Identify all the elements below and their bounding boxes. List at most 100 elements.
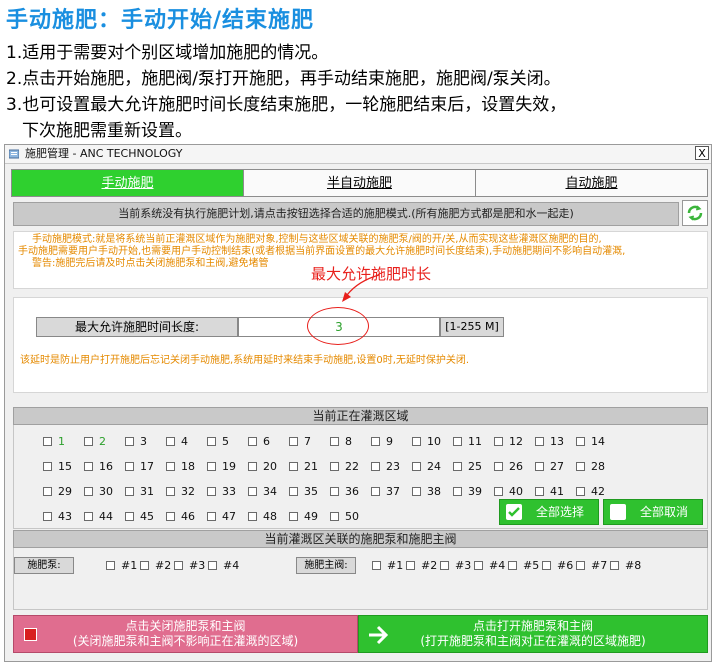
checkbox-icon[interactable] bbox=[474, 561, 483, 570]
zone-checkbox[interactable]: 7 bbox=[289, 431, 330, 451]
checkbox-icon[interactable] bbox=[289, 511, 298, 521]
checkbox-icon[interactable] bbox=[207, 461, 216, 471]
checkbox-icon[interactable] bbox=[576, 436, 585, 446]
checkbox-icon[interactable] bbox=[207, 511, 216, 521]
zone-checkbox[interactable]: 37 bbox=[371, 481, 412, 501]
zone-checkbox[interactable]: 39 bbox=[453, 481, 494, 501]
valve-checkbox[interactable]: #1 bbox=[372, 557, 406, 574]
checkbox-icon[interactable] bbox=[43, 436, 52, 446]
close-pump-valve-button[interactable]: 点击关闭施肥泵和主阀 (关闭施肥泵和主阀不影响正在灌溉的区域) bbox=[13, 615, 358, 653]
close-button[interactable]: X bbox=[695, 146, 709, 160]
zone-checkbox[interactable]: 2 bbox=[84, 431, 125, 451]
valve-checkbox[interactable]: #8 bbox=[610, 557, 644, 574]
zone-checkbox[interactable]: 28 bbox=[576, 456, 617, 476]
zone-checkbox[interactable]: 9 bbox=[371, 431, 412, 451]
checkbox-icon[interactable] bbox=[412, 486, 421, 496]
checkbox-icon[interactable] bbox=[125, 486, 134, 496]
cancel-all-button[interactable]: 全部取消 bbox=[603, 499, 703, 525]
checkbox-icon[interactable] bbox=[84, 486, 93, 496]
checkbox-icon[interactable] bbox=[248, 486, 257, 496]
checkbox-icon[interactable] bbox=[535, 486, 544, 496]
checkbox-icon[interactable] bbox=[330, 486, 339, 496]
zone-checkbox[interactable]: 1 bbox=[43, 431, 84, 451]
zone-checkbox[interactable]: 42 bbox=[576, 481, 617, 501]
zone-checkbox[interactable]: 19 bbox=[207, 456, 248, 476]
checkbox-icon[interactable] bbox=[125, 511, 134, 521]
checkbox-icon[interactable] bbox=[535, 461, 544, 471]
checkbox-icon[interactable] bbox=[207, 486, 216, 496]
zone-checkbox[interactable]: 27 bbox=[535, 456, 576, 476]
checkbox-icon[interactable] bbox=[208, 561, 217, 570]
checkbox-icon[interactable] bbox=[406, 561, 415, 570]
checkbox-icon[interactable] bbox=[106, 561, 115, 570]
tab-auto-fertilization[interactable]: 自动施肥 bbox=[475, 169, 708, 197]
zone-checkbox[interactable]: 35 bbox=[289, 481, 330, 501]
checkbox-icon[interactable] bbox=[289, 461, 298, 471]
checkbox-icon[interactable] bbox=[371, 436, 380, 446]
zone-checkbox[interactable]: 49 bbox=[289, 506, 330, 526]
valve-checkbox[interactable]: #4 bbox=[474, 557, 508, 574]
checkbox-icon[interactable] bbox=[125, 436, 134, 446]
zone-checkbox[interactable]: 45 bbox=[125, 506, 166, 526]
zone-checkbox[interactable]: 41 bbox=[535, 481, 576, 501]
checkbox-icon[interactable] bbox=[166, 436, 175, 446]
zone-checkbox[interactable]: 26 bbox=[494, 456, 535, 476]
checkbox-icon[interactable] bbox=[43, 461, 52, 471]
checkbox-icon[interactable] bbox=[330, 461, 339, 471]
zone-checkbox[interactable]: 18 bbox=[166, 456, 207, 476]
zone-checkbox[interactable]: 29 bbox=[43, 481, 84, 501]
zone-checkbox[interactable]: 5 bbox=[207, 431, 248, 451]
pump-checkbox[interactable]: #4 bbox=[208, 557, 242, 574]
zone-checkbox[interactable]: 11 bbox=[453, 431, 494, 451]
checkbox-icon[interactable] bbox=[43, 486, 52, 496]
checkbox-icon[interactable] bbox=[494, 461, 503, 471]
zone-checkbox[interactable]: 24 bbox=[412, 456, 453, 476]
valve-checkbox[interactable]: #6 bbox=[542, 557, 576, 574]
zone-checkbox[interactable]: 6 bbox=[248, 431, 289, 451]
checkbox-icon[interactable] bbox=[576, 561, 585, 570]
zone-checkbox[interactable]: 38 bbox=[412, 481, 453, 501]
checkbox-icon[interactable] bbox=[289, 486, 298, 496]
checkbox-icon[interactable] bbox=[453, 486, 462, 496]
zone-checkbox[interactable]: 23 bbox=[371, 456, 412, 476]
checkbox-icon[interactable] bbox=[371, 461, 380, 471]
checkbox-icon[interactable] bbox=[166, 486, 175, 496]
zone-checkbox[interactable]: 20 bbox=[248, 456, 289, 476]
checkbox-icon[interactable] bbox=[207, 436, 216, 446]
checkbox-icon[interactable] bbox=[125, 461, 134, 471]
open-pump-valve-button[interactable]: 点击打开施肥泵和主阀 (打开施肥泵和主阀对正在灌溉的区域施肥) bbox=[358, 615, 708, 653]
zone-checkbox[interactable]: 4 bbox=[166, 431, 207, 451]
checkbox-icon[interactable] bbox=[330, 511, 339, 521]
checkbox-icon[interactable] bbox=[84, 511, 93, 521]
zone-checkbox[interactable]: 50 bbox=[330, 506, 371, 526]
zone-checkbox[interactable]: 3 bbox=[125, 431, 166, 451]
zone-checkbox[interactable]: 12 bbox=[494, 431, 535, 451]
checkbox-icon[interactable] bbox=[289, 436, 298, 446]
checkbox-icon[interactable] bbox=[372, 561, 381, 570]
tab-manual-fertilization[interactable]: 手动施肥 bbox=[11, 169, 244, 197]
zone-checkbox[interactable]: 30 bbox=[84, 481, 125, 501]
checkbox-icon[interactable] bbox=[248, 436, 257, 446]
tab-semi-auto-fertilization[interactable]: 半自动施肥 bbox=[243, 169, 476, 197]
checkbox-icon[interactable] bbox=[174, 561, 183, 570]
checkbox-icon[interactable] bbox=[576, 461, 585, 471]
checkbox-icon[interactable] bbox=[535, 436, 544, 446]
checkbox-icon[interactable] bbox=[542, 561, 551, 570]
checkbox-icon[interactable] bbox=[84, 461, 93, 471]
checkbox-icon[interactable] bbox=[84, 436, 93, 446]
checkbox-icon[interactable] bbox=[330, 436, 339, 446]
checkbox-icon[interactable] bbox=[453, 436, 462, 446]
checkbox-icon[interactable] bbox=[576, 486, 585, 496]
zone-checkbox[interactable]: 14 bbox=[576, 431, 617, 451]
zone-checkbox[interactable]: 10 bbox=[412, 431, 453, 451]
zone-checkbox[interactable]: 48 bbox=[248, 506, 289, 526]
checkbox-icon[interactable] bbox=[43, 511, 52, 521]
checkbox-icon[interactable] bbox=[453, 461, 462, 471]
zone-checkbox[interactable]: 21 bbox=[289, 456, 330, 476]
checkbox-icon[interactable] bbox=[371, 486, 380, 496]
valve-checkbox[interactable]: #2 bbox=[406, 557, 440, 574]
valve-checkbox[interactable]: #7 bbox=[576, 557, 610, 574]
zone-checkbox[interactable]: 33 bbox=[207, 481, 248, 501]
checkbox-icon[interactable] bbox=[412, 436, 421, 446]
zone-checkbox[interactable]: 8 bbox=[330, 431, 371, 451]
